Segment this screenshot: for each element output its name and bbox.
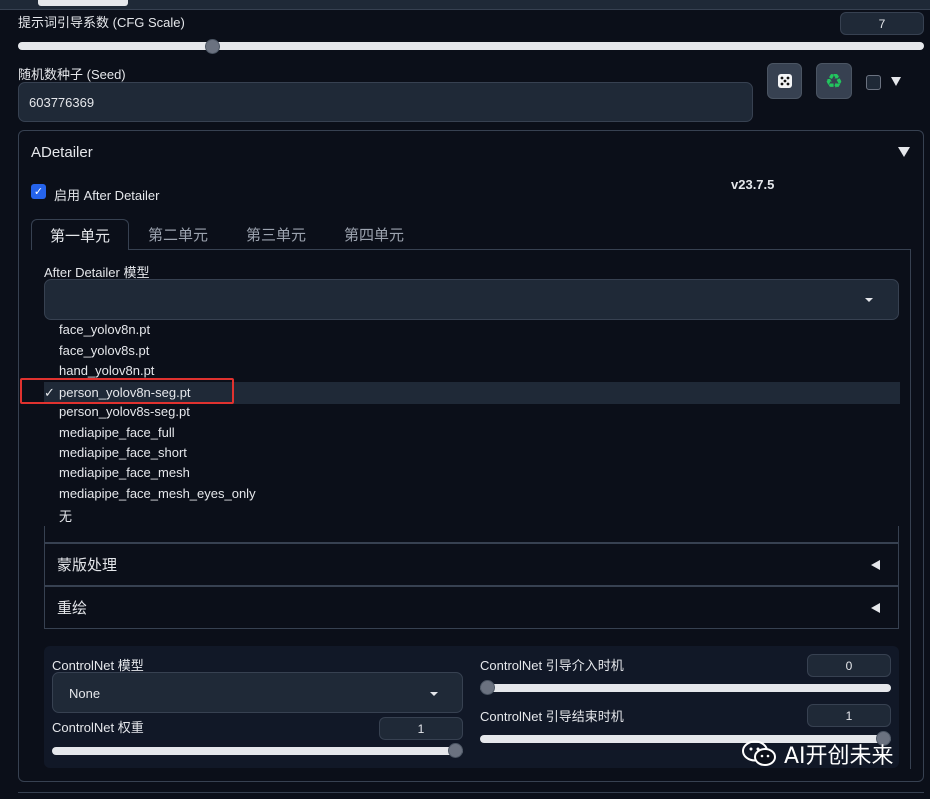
- version-label: v23.7.5: [731, 177, 775, 192]
- inpaint-label: 重绘: [57, 600, 88, 617]
- menu-item[interactable]: face_yolov8n.pt: [59, 322, 150, 337]
- random-seed-button[interactable]: [767, 63, 802, 99]
- watermark-text: AI开创未来: [784, 744, 894, 769]
- tab-stub[interactable]: [38, 0, 128, 6]
- controlnet-weight-input[interactable]: 1: [379, 717, 463, 740]
- wechat-icon: [742, 740, 776, 766]
- seed-extra-toggle-icon[interactable]: [891, 77, 901, 86]
- model-options-menu: face_yolov8n.pt face_yolov8s.pt hand_yol…: [44, 320, 900, 526]
- controlnet-end-input[interactable]: 1: [807, 704, 891, 727]
- mask-processing-label: 蒙版处理: [57, 557, 118, 574]
- seed-input[interactable]: 603776369: [18, 82, 753, 122]
- menu-item[interactable]: face_yolov8s.pt: [59, 343, 149, 358]
- tab-unit-3[interactable]: 第三单元: [231, 219, 321, 250]
- menu-item[interactable]: mediapipe_face_mesh: [59, 465, 190, 480]
- controlnet-start-slider-track[interactable]: [480, 684, 891, 692]
- seed-label: 随机数种子 (Seed): [18, 67, 126, 82]
- browser-tab-strip: [0, 0, 930, 10]
- menu-item[interactable]: mediapipe_face_full: [59, 425, 175, 440]
- recycle-icon: ♻: [825, 70, 843, 93]
- controlnet-model-value: None: [69, 686, 101, 701]
- chevron-down-icon: [430, 692, 438, 696]
- adetailer-collapse-icon[interactable]: [898, 147, 910, 157]
- controlnet-weight-slider-thumb[interactable]: [448, 743, 463, 758]
- chevron-down-icon: [865, 298, 873, 302]
- menu-item[interactable]: hand_yolov8n.pt: [59, 363, 154, 378]
- tab-unit-4[interactable]: 第四单元: [329, 219, 419, 250]
- enable-adetailer-label: 启用 After Detailer: [54, 188, 160, 203]
- dice-icon: [777, 74, 792, 88]
- tab-panel-right-border: [910, 249, 911, 769]
- model-dropdown[interactable]: [44, 279, 899, 320]
- controlnet-end-label: ControlNet 引导结束时机: [480, 709, 624, 724]
- cfg-scale-label: 提示词引导系数 (CFG Scale): [18, 15, 185, 30]
- cfg-scale-slider-track[interactable]: [18, 42, 924, 50]
- controlnet-start-label: ControlNet 引导介入时机: [480, 658, 624, 673]
- controlnet-model-dropdown[interactable]: None: [52, 672, 463, 713]
- tab-unit-1[interactable]: 第一单元: [31, 219, 129, 250]
- adetailer-title[interactable]: ADetailer: [31, 144, 93, 161]
- controlnet-weight-label: ControlNet 权重: [52, 720, 144, 735]
- inpaint-section[interactable]: 重绘: [44, 586, 899, 629]
- tab-unit-2[interactable]: 第二单元: [133, 219, 223, 250]
- seed-extra-checkbox[interactable]: [866, 75, 881, 90]
- menu-item[interactable]: mediapipe_face_short: [59, 445, 187, 460]
- cfg-scale-number-input[interactable]: 7: [840, 12, 924, 35]
- controlnet-start-input[interactable]: 0: [807, 654, 891, 677]
- watermark: AI开创未来: [742, 738, 894, 770]
- expand-left-icon: [871, 603, 880, 613]
- controlnet-weight-slider-track[interactable]: [52, 747, 463, 755]
- menu-item[interactable]: 无: [59, 506, 72, 525]
- mask-processing-section[interactable]: 蒙版处理: [44, 543, 899, 586]
- cfg-scale-slider-thumb[interactable]: [205, 39, 221, 54]
- controlnet-start-slider-thumb[interactable]: [480, 680, 495, 695]
- reuse-seed-button[interactable]: ♻: [816, 63, 852, 99]
- menu-item[interactable]: mediapipe_face_mesh_eyes_only: [59, 486, 256, 501]
- menu-item[interactable]: person_yolov8s-seg.pt: [59, 404, 190, 419]
- highlight-box: [20, 378, 234, 404]
- expand-left-icon: [871, 560, 880, 570]
- enable-adetailer-checkbox[interactable]: ✓: [31, 184, 46, 199]
- bottom-divider: [18, 792, 924, 793]
